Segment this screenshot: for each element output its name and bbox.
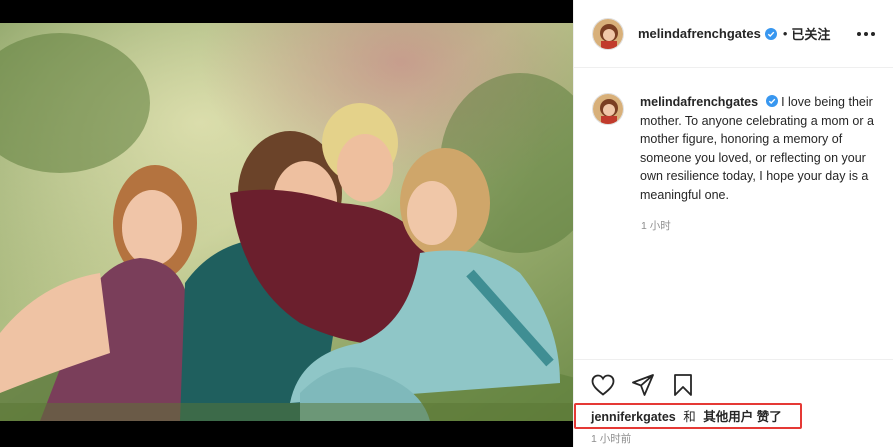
header-username-link[interactable]: melindafrenchgates <box>638 26 761 41</box>
photo-backdrop <box>0 0 573 447</box>
caption-verified-badge-icon <box>765 95 778 107</box>
following-button[interactable]: 已关注 <box>791 24 830 43</box>
post-header: melindafrenchgates • 已关注 <box>574 0 893 68</box>
share-plane-icon[interactable] <box>630 372 656 398</box>
bookmark-icon[interactable] <box>670 372 696 398</box>
liker-username-link[interactable]: jenniferkgates <box>591 410 676 424</box>
verified-badge-icon <box>764 27 777 40</box>
caption-text: melindafrenchgates I love being their mo… <box>640 93 880 204</box>
caption-row: melindafrenchgates I love being their mo… <box>592 93 882 204</box>
likes-liked-text: 赞了 <box>756 410 782 424</box>
caption-area: melindafrenchgates I love being their mo… <box>574 69 893 359</box>
likes-summary: jenniferkgates 和 其他用户 赞了 <box>591 406 782 425</box>
caption-avatar[interactable] <box>592 93 624 125</box>
action-bar <box>574 359 893 409</box>
caption-avatar-image <box>593 94 623 124</box>
other-likers-link[interactable]: 其他用户 <box>703 410 753 424</box>
likes-and-text: 和 <box>683 410 696 424</box>
more-options-icon[interactable] <box>851 26 881 42</box>
avatar-image <box>593 18 623 49</box>
caption-username-link[interactable]: melindafrenchgates <box>640 95 758 109</box>
caption-body: I love being their mother. To anyone cel… <box>640 95 874 202</box>
family-photo-image <box>0 23 573 421</box>
caption-timestamp[interactable]: 1 小时 <box>641 218 882 233</box>
header-separator: • <box>782 26 788 41</box>
post-side-panel: melindafrenchgates • 已关注 melindafrenchga… <box>573 0 893 447</box>
avatar[interactable] <box>592 17 624 50</box>
post-photo[interactable] <box>0 23 573 421</box>
heart-icon[interactable] <box>590 372 616 398</box>
post-timestamp[interactable]: 1 小时前 <box>591 431 631 446</box>
